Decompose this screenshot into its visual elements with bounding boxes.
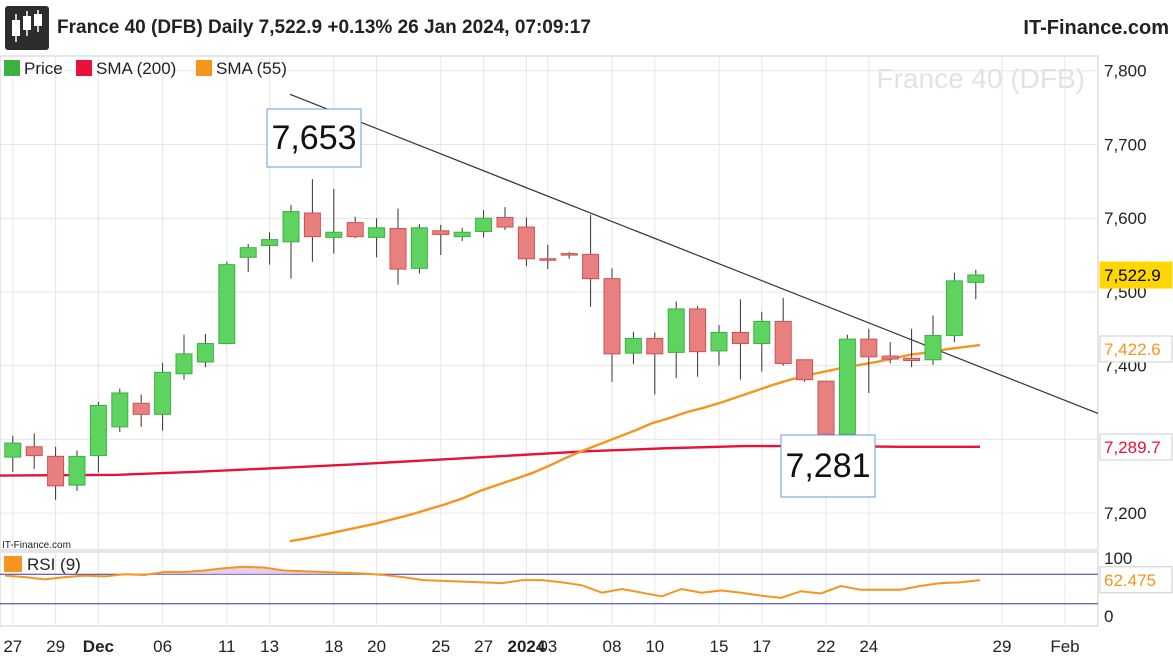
time-tick-label: 06 xyxy=(153,637,172,656)
time-tick-label: 15 xyxy=(710,637,729,656)
candle-body xyxy=(881,355,899,360)
legend-label: SMA (200) xyxy=(96,59,176,78)
candle-body xyxy=(924,334,942,361)
price-chart: 7,2007,3007,4007,5007,6007,7007,8002729D… xyxy=(0,55,1173,656)
price-tick-label: 7,200 xyxy=(1104,504,1147,523)
candle-body xyxy=(796,359,814,381)
price-tick-label: 7,600 xyxy=(1104,209,1147,228)
source-label: IT-Finance.com xyxy=(2,540,71,551)
value-tag-label: 7,289.7 xyxy=(1104,438,1161,457)
time-tick-label: 08 xyxy=(603,637,622,656)
candle-body xyxy=(710,331,728,352)
legend-label: Price xyxy=(24,59,63,78)
rsi-panel xyxy=(0,551,1099,627)
time-tick-label: 13 xyxy=(260,637,279,656)
time-tick-label: 10 xyxy=(645,637,664,656)
candle xyxy=(838,334,856,443)
price-tick-label: 7,800 xyxy=(1104,62,1147,81)
candle-body xyxy=(624,337,642,354)
candle-body xyxy=(453,231,471,238)
candle xyxy=(945,272,963,343)
candle-body xyxy=(774,320,792,364)
candle-body xyxy=(539,258,557,261)
time-tick-label: 03 xyxy=(538,637,557,656)
candle-body xyxy=(731,331,749,345)
candle-body xyxy=(111,392,129,428)
candle-body xyxy=(817,380,835,435)
candle xyxy=(111,388,129,433)
candle-body xyxy=(25,446,43,457)
candle xyxy=(410,224,428,274)
value-tag-label: 7,522.9 xyxy=(1104,266,1161,285)
legend-swatch xyxy=(76,60,92,76)
candle-body xyxy=(196,343,214,363)
candle-body xyxy=(753,320,771,345)
candle-body xyxy=(903,357,921,362)
time-tick-label: 17 xyxy=(752,637,771,656)
legend-swatch xyxy=(4,60,20,76)
time-tick-label: 22 xyxy=(817,637,836,656)
time-tick-label: 27 xyxy=(474,637,493,656)
candle-body xyxy=(475,217,493,232)
candle-body xyxy=(261,239,279,246)
time-tick-label: 24 xyxy=(859,637,878,656)
candle-body xyxy=(646,337,664,355)
candle-body xyxy=(496,216,514,228)
candle-body xyxy=(860,338,878,358)
candle-body xyxy=(154,371,172,415)
candle-body xyxy=(325,231,343,238)
candle-body xyxy=(132,402,150,415)
candle-body xyxy=(582,253,600,280)
candle-body xyxy=(517,226,535,260)
time-tick-label: 25 xyxy=(431,637,450,656)
time-tick-label: 11 xyxy=(218,637,236,656)
time-tick-label: 29 xyxy=(993,637,1012,656)
time-tick-label: 27 xyxy=(3,637,22,656)
candle-body xyxy=(603,278,621,355)
candle-body xyxy=(368,227,386,238)
candle-body xyxy=(346,222,364,238)
rsi-legend-label: RSI (9) xyxy=(27,555,81,574)
candle-body xyxy=(47,455,65,487)
time-tick-label: Dec xyxy=(83,637,114,656)
candle-body xyxy=(4,442,22,458)
time-tick-label: 29 xyxy=(46,637,65,656)
price-panel xyxy=(0,55,1099,551)
candle-body xyxy=(838,338,856,435)
candle-body xyxy=(303,212,321,238)
candle-body xyxy=(945,280,963,336)
high-callout-label: 7,653 xyxy=(271,119,356,157)
legend-label: SMA (55) xyxy=(216,59,287,78)
time-tick-label: 18 xyxy=(324,637,343,656)
low-callout-label: 7,281 xyxy=(785,447,870,485)
candle-body xyxy=(68,455,86,486)
candle xyxy=(68,450,86,492)
time-tick-label: 20 xyxy=(367,637,386,656)
candle-body xyxy=(689,308,707,353)
candle-body xyxy=(282,211,300,243)
candle-body xyxy=(410,227,428,269)
candle-body xyxy=(175,353,193,375)
value-tag-label: 62.475 xyxy=(1104,571,1156,590)
candle-body xyxy=(432,230,450,235)
candle-body xyxy=(389,228,407,270)
candle-body xyxy=(667,308,685,353)
watermark: France 40 (DFB) xyxy=(877,63,1086,94)
legend-swatch xyxy=(196,60,212,76)
candle-body xyxy=(967,274,985,283)
candle-body xyxy=(560,253,578,256)
rsi-tick-label: 0 xyxy=(1104,607,1113,626)
candle xyxy=(218,261,236,345)
time-tick-label: Feb xyxy=(1050,637,1079,656)
value-tag-label: 7,422.6 xyxy=(1104,340,1161,359)
candle-body xyxy=(239,247,257,258)
candle-body xyxy=(218,264,236,345)
price-tick-label: 7,700 xyxy=(1104,135,1147,154)
candle-body xyxy=(89,404,107,457)
rsi-tick-label: 100 xyxy=(1104,549,1132,568)
rsi-legend-swatch xyxy=(4,556,22,572)
candle xyxy=(796,359,814,382)
